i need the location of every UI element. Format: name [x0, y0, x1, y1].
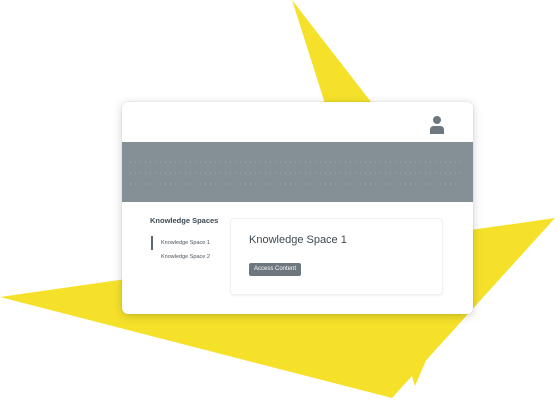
header-banner [122, 142, 473, 202]
banner-dot-pattern [130, 161, 465, 185]
sidebar-item-label: Knowledge Space 2 [161, 254, 210, 260]
card-title: Knowledge Space 1 [249, 234, 347, 246]
sidebar: Knowledge Spaces Knowledge Space 1 Knowl… [150, 216, 240, 264]
knowledge-space-card: Knowledge Space 1 Access Content [230, 218, 443, 295]
sidebar-title: Knowledge Spaces [150, 216, 219, 225]
app-window: Knowledge Spaces Knowledge Space 1 Knowl… [122, 102, 473, 314]
sidebar-item-label: Knowledge Space 1 [161, 240, 210, 246]
sidebar-item-knowledge-space-2[interactable]: Knowledge Space 2 [150, 250, 240, 264]
access-content-button[interactable]: Access Content [249, 263, 302, 276]
top-bar [122, 102, 473, 142]
illustration-stage: Knowledge Spaces Knowledge Space 1 Knowl… [0, 0, 560, 400]
user-icon[interactable] [429, 115, 445, 135]
sidebar-item-knowledge-space-1[interactable]: Knowledge Space 1 [150, 236, 240, 250]
